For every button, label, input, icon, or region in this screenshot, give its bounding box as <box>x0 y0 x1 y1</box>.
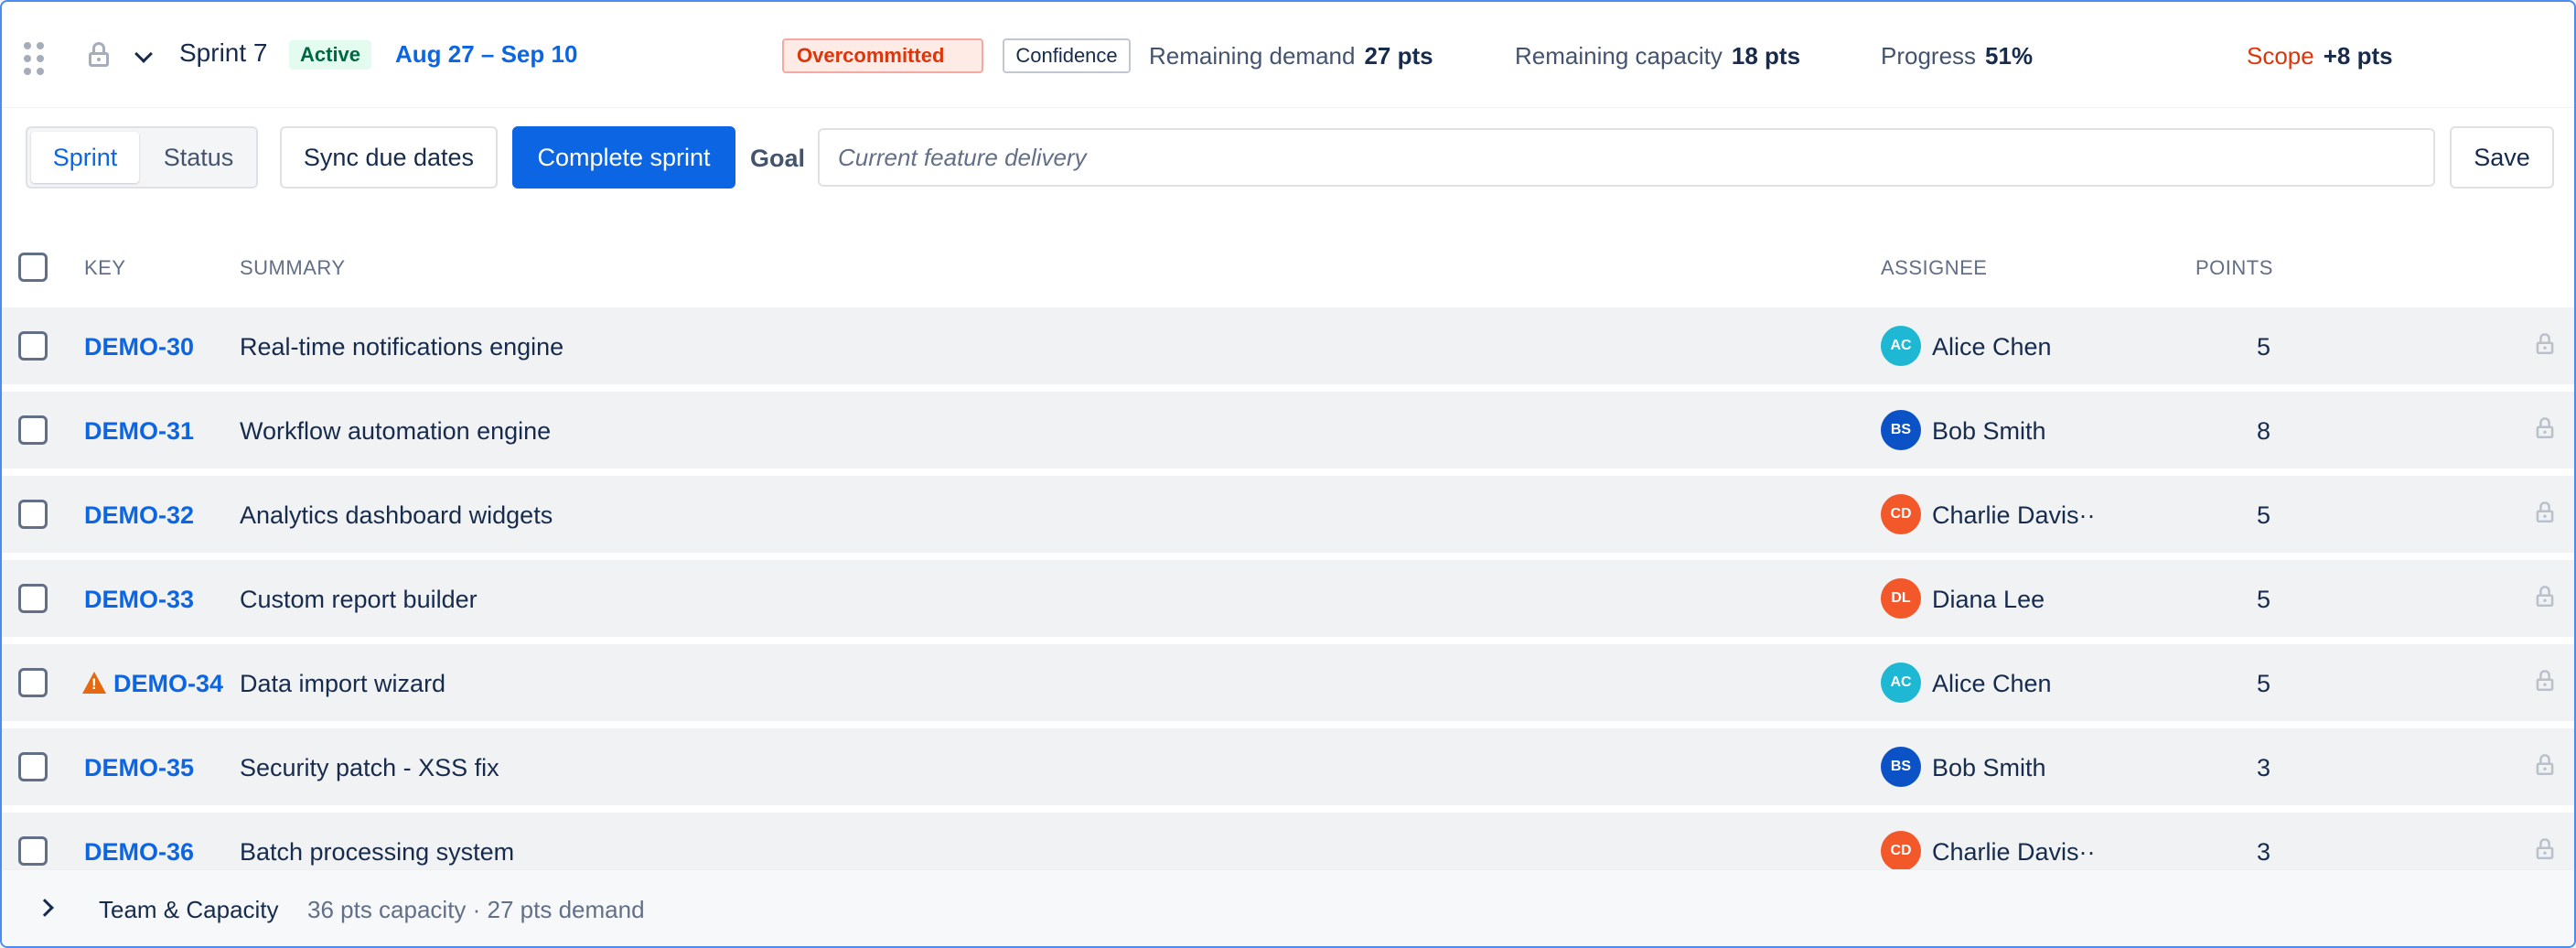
remaining-demand-value: 27 pts <box>1364 42 1433 70</box>
issue-key[interactable]: DEMO-35 <box>84 754 194 782</box>
row-checkbox[interactable] <box>18 500 48 529</box>
sync-due-dates-button[interactable]: Sync due dates <box>280 126 498 189</box>
story-points[interactable]: 5 <box>2234 586 2270 614</box>
table-row[interactable]: DEMO-36 Batch processing system CD Charlie … <box>2 813 2574 869</box>
table-row[interactable]: DEMO-31 Workflow automation engine BS Bob S… <box>2 392 2574 469</box>
table-row[interactable]: DEMO-35 Security patch - XSS fix BS Bob Smi… <box>2 728 2574 805</box>
avatar: BS <box>1881 410 1921 450</box>
story-points[interactable]: 8 <box>2234 417 2270 446</box>
assignee-name[interactable]: Alice Chen <box>1932 333 2052 361</box>
column-header-points[interactable]: POINTS <box>2195 256 2273 280</box>
lock-icon[interactable] <box>2536 586 2554 608</box>
issue-key[interactable]: DEMO-33 <box>84 586 194 614</box>
warning-icon <box>82 672 106 694</box>
table-row[interactable]: DEMO-34 Data import wizard AC Alice Chen 5 <box>2 644 2574 721</box>
avatar: CD <box>1881 494 1921 534</box>
column-header-summary[interactable]: SUMMARY <box>240 256 346 280</box>
team-capacity-title[interactable]: Team & Capacity <box>99 896 279 924</box>
lock-icon[interactable] <box>2536 333 2554 355</box>
lock-icon[interactable] <box>88 42 110 68</box>
sprint-name: Sprint 7 <box>179 38 268 67</box>
lock-icon[interactable] <box>2536 670 2554 692</box>
avatar: BS <box>1881 747 1921 787</box>
issue-summary[interactable]: Workflow automation engine <box>240 417 551 446</box>
remaining-capacity-label: Remaining capacity <box>1515 42 1723 70</box>
team-capacity-summary: 36 pts capacity · 27 pts demand <box>307 896 645 923</box>
toggle-sprint[interactable]: Sprint <box>31 132 139 183</box>
remaining-demand-label: Remaining demand <box>1149 42 1356 70</box>
column-header-key[interactable]: KEY <box>84 256 126 280</box>
assignee-name[interactable]: Bob Smith <box>1932 417 2046 446</box>
story-points[interactable]: 5 <box>2234 670 2270 698</box>
scope-value: +8 pts <box>2323 42 2393 70</box>
story-points[interactable]: 3 <box>2234 754 2270 782</box>
issue-list: DEMO-30 Real-time notifications engine AC A… <box>2 307 2574 869</box>
issue-key[interactable]: DEMO-32 <box>84 501 194 530</box>
confidence-button[interactable]: Confidence <box>1003 38 1131 73</box>
remaining-capacity-value: 18 pts <box>1731 42 1801 70</box>
row-checkbox[interactable] <box>18 668 48 697</box>
issue-key[interactable]: DEMO-36 <box>84 838 194 867</box>
lock-icon[interactable] <box>2536 501 2554 523</box>
team-capacity-bar[interactable]: Team & Capacity 36 pts capacity · 27 pts… <box>2 869 2574 946</box>
save-button[interactable]: Save <box>2450 126 2554 189</box>
sprint-header: Sprint 7 Active Aug 27 – Sep 10 Overcomm… <box>2 2 2574 108</box>
column-header-assignee[interactable]: ASSIGNEE <box>1881 256 1987 280</box>
issue-key[interactable]: DEMO-30 <box>84 333 194 361</box>
avatar: AC <box>1881 663 1921 703</box>
table-row[interactable]: DEMO-33 Custom report builder DL Diana Lee 5 <box>2 560 2574 637</box>
progress-stat: Progress 51% <box>1881 42 2033 70</box>
issue-summary[interactable]: Data import wizard <box>240 670 445 698</box>
chevron-down-icon[interactable] <box>134 45 153 63</box>
progress-value: 51% <box>1985 42 2034 70</box>
row-checkbox[interactable] <box>18 415 48 445</box>
issue-summary[interactable]: Security patch - XSS fix <box>240 754 499 782</box>
assignee-name[interactable]: Bob Smith <box>1932 754 2046 782</box>
issue-summary[interactable]: Custom report builder <box>240 586 478 614</box>
lock-icon[interactable] <box>2536 838 2554 860</box>
issue-summary[interactable]: Batch processing system <box>240 838 514 867</box>
table-row[interactable]: DEMO-32 Analytics dashboard widgets CD Char… <box>2 476 2574 553</box>
complete-sprint-button[interactable]: Complete sprint <box>512 126 735 189</box>
assignee-name[interactable]: Charlie Davis·· <box>1932 501 2096 530</box>
row-checkbox[interactable] <box>18 836 48 866</box>
assignee-name[interactable]: Diana Lee <box>1932 586 2045 614</box>
row-checkbox[interactable] <box>18 331 48 361</box>
issue-key[interactable]: DEMO-34 <box>113 670 223 698</box>
select-all-checkbox[interactable] <box>18 253 48 282</box>
table-header: KEY SUMMARY ASSIGNEE POINTS <box>2 238 2574 296</box>
goal-input[interactable] <box>818 128 2435 187</box>
issue-key[interactable]: DEMO-31 <box>84 417 194 446</box>
remaining-capacity-stat: Remaining capacity 18 pts <box>1515 42 1800 70</box>
story-points[interactable]: 5 <box>2234 333 2270 361</box>
scope-label: Scope <box>2247 42 2314 70</box>
remaining-demand-stat: Remaining demand 27 pts <box>1149 42 1433 70</box>
progress-label: Progress <box>1881 42 1977 70</box>
avatar: CD <box>1881 831 1921 869</box>
row-checkbox[interactable] <box>18 752 48 781</box>
chevron-right-icon[interactable] <box>36 899 54 917</box>
overcommitted-badge: Overcommitted <box>782 38 983 73</box>
sprint-panel: Sprint 7 Active Aug 27 – Sep 10 Overcomm… <box>0 0 2576 948</box>
drag-handle-icon[interactable] <box>24 42 44 75</box>
issue-summary[interactable]: Real-time notifications engine <box>240 333 564 361</box>
assignee-name[interactable]: Alice Chen <box>1932 670 2052 698</box>
view-toggle: Sprint Status <box>26 126 258 189</box>
table-row[interactable]: DEMO-30 Real-time notifications engine AC A… <box>2 307 2574 384</box>
issue-summary[interactable]: Analytics dashboard widgets <box>240 501 553 530</box>
avatar: DL <box>1881 578 1921 619</box>
lock-icon[interactable] <box>2536 417 2554 439</box>
sprint-date-range[interactable]: Aug 27 – Sep 10 <box>395 40 577 69</box>
goal-label: Goal <box>750 145 806 172</box>
story-points[interactable]: 5 <box>2234 501 2270 530</box>
status-badge: Active <box>289 40 372 70</box>
avatar: AC <box>1881 326 1921 366</box>
story-points[interactable]: 3 <box>2234 838 2270 867</box>
row-checkbox[interactable] <box>18 584 48 613</box>
scope-stat: Scope +8 pts <box>2247 42 2393 70</box>
lock-icon[interactable] <box>2536 754 2554 776</box>
toggle-status[interactable]: Status <box>143 132 254 183</box>
assignee-name[interactable]: Charlie Davis·· <box>1932 838 2096 867</box>
